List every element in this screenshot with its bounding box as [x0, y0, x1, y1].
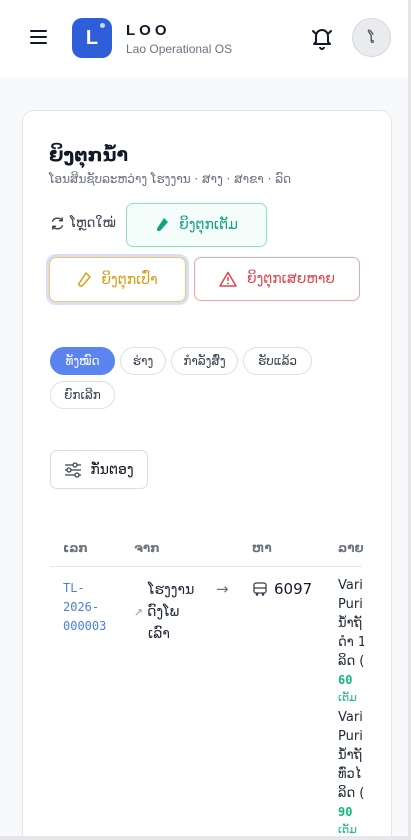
items-cell: Vari Puri ນໍ້າຖັ ດຳ 1 ລິດ ( 60 ເຕັມ Vari…: [338, 576, 364, 836]
scan-full-label: ຍິງຕຸກເຕັມ: [179, 217, 238, 233]
scan-full-button[interactable]: ຍິງຕຸກເຕັມ: [126, 203, 267, 247]
scan-empty-button[interactable]: ຍິງຕຸກເປົ່າ: [49, 257, 186, 302]
filter-chip-in-transit[interactable]: ກຳລັງສົ່ງ: [171, 347, 238, 375]
menu-icon[interactable]: [28, 27, 50, 47]
item-entry: Vari Puri ນໍ້າຖັ ທົ່ວໄ ລິດ ( 90 ເຕັມ: [338, 708, 364, 836]
filter-chip-draft[interactable]: ຮ່າງ: [120, 347, 166, 375]
refresh-button[interactable]: ໂຫຼດໃໝ່: [50, 216, 116, 231]
item-unit: ເຕັມ: [338, 691, 357, 704]
filter-label: ກັ່ນຕອງ: [90, 461, 134, 478]
column-header-number: ເລກ: [63, 541, 88, 555]
to-vehicle: 6097: [252, 580, 312, 598]
item-quantity: 90: [338, 805, 353, 819]
column-header-items: ລາຍ: [338, 541, 364, 555]
scan-damaged-label: ຍິງຕຸກເສຍຫາຍ: [246, 271, 336, 287]
scan-damaged-button[interactable]: ຍິງຕຸກເສຍຫາຍ: [194, 257, 360, 301]
truck-icon: [253, 581, 267, 596]
arrow-icon: →: [216, 580, 229, 598]
column-header-to: ຫາ: [252, 541, 272, 555]
item-quantity: 60: [338, 673, 353, 687]
brand-subtitle: Lao Operational OS: [126, 42, 233, 56]
user-avatar[interactable]: ໂ: [352, 18, 391, 57]
filter-button[interactable]: ກັ່ນຕອງ: [50, 450, 148, 489]
item-unit: ເຕັມ: [338, 823, 357, 836]
filter-chip-all[interactable]: ທັງໝົດ: [50, 347, 115, 375]
bottle-outline-icon: [78, 271, 92, 287]
bottle-icon: [156, 218, 169, 232]
logo-badge-icon: [98, 21, 107, 30]
refresh-icon: [51, 217, 64, 230]
filter-chip-cancelled[interactable]: ຍົກເລີກ: [50, 381, 115, 409]
warning-icon: [219, 271, 237, 287]
scan-empty-label: ຍິງຕຸກເປົ່າ: [101, 271, 158, 288]
bell-icon[interactable]: [310, 25, 334, 51]
app-frame: L LOO Lao Operational OS ໂ ຍິງຕຸກນໍ້າ ໂອ…: [0, 0, 408, 836]
refresh-label: ໂຫຼດໃໝ່: [70, 216, 116, 231]
column-header-from: ຈາກ: [134, 541, 160, 555]
sliders-icon: [65, 461, 82, 478]
page-subtitle: ໂອນສິນຊັບລະຫວ່າງ ໂຮງງານ · ສາງ · ສາຂາ · ລ…: [49, 172, 292, 186]
top-bar: L LOO Lao Operational OS ໂ: [0, 0, 408, 78]
brand-name: LOO: [126, 22, 171, 39]
from-location: ໂຮງງານ ດົງໂພ ເລົາ: [135, 579, 218, 645]
item-entry: Vari Puri ນໍ້າຖັ ດຳ 1 ລິດ ( 60 ເຕັມ: [338, 576, 364, 706]
filter-chip-received[interactable]: ຮັບແລ້ວ: [243, 347, 312, 375]
page-title: ຍິງຕຸກນໍ້າ: [49, 144, 129, 166]
pin-icon: [135, 608, 142, 616]
transfer-id-link[interactable]: TL- 2026- 000003: [63, 579, 123, 636]
table-header-divider: [50, 566, 362, 567]
